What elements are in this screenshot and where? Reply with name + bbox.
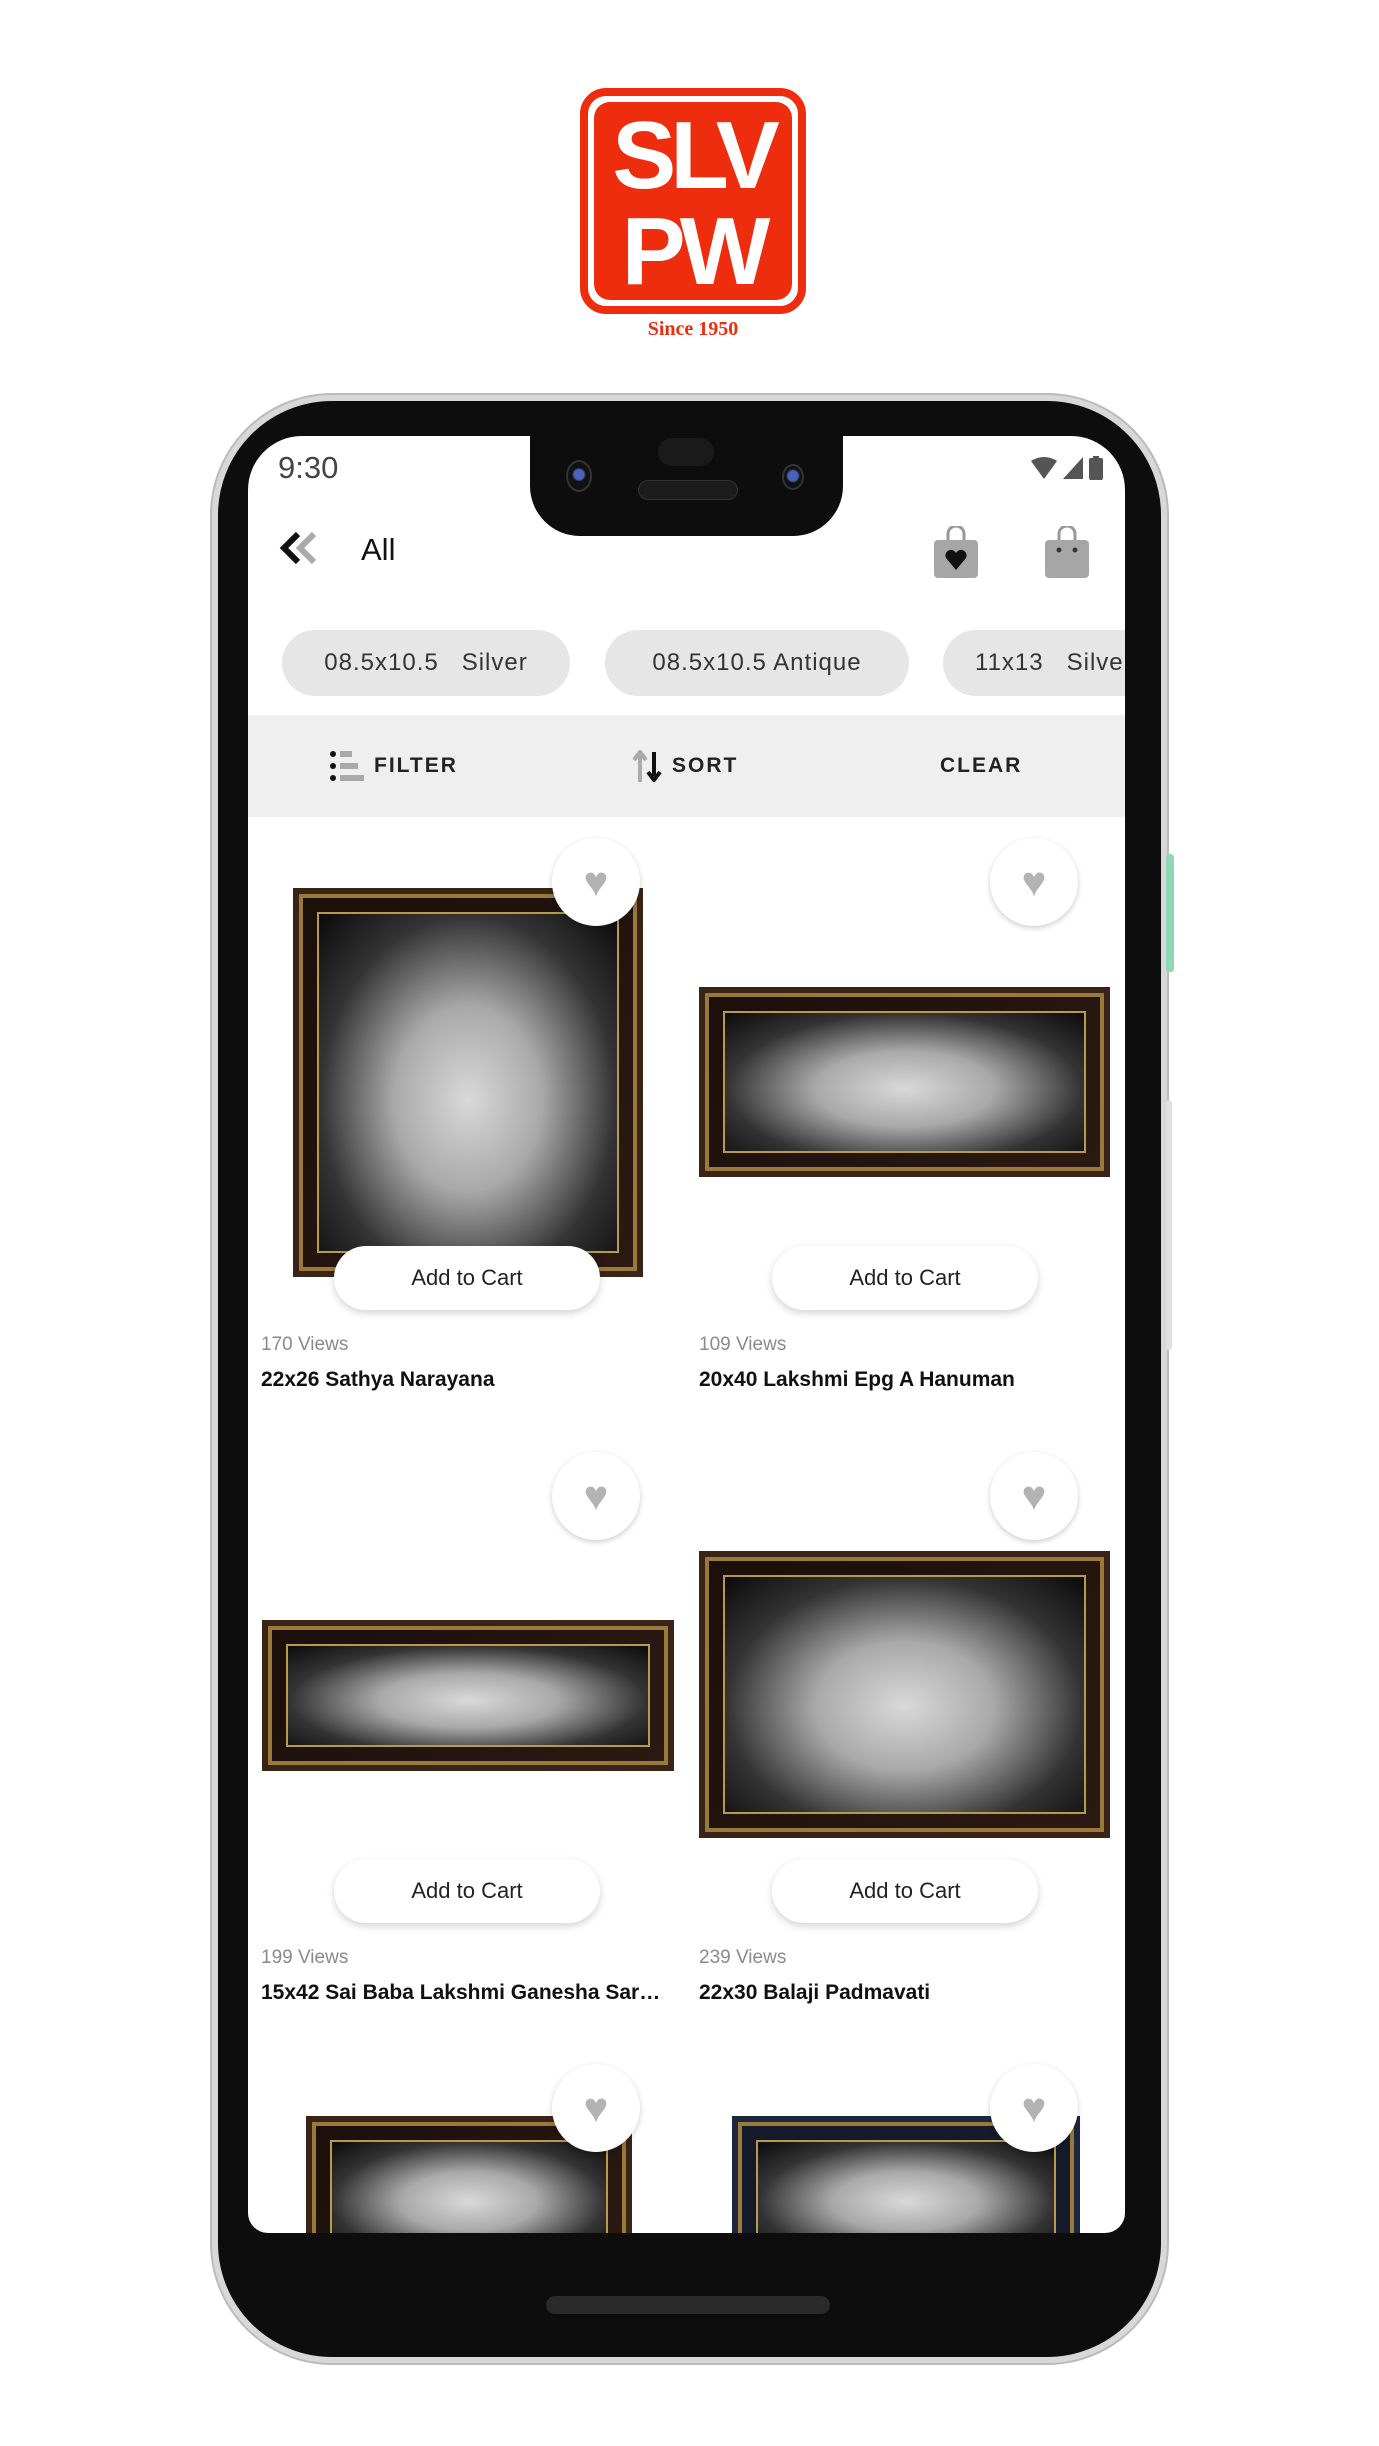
heart-icon: ♥	[1021, 2084, 1047, 2131]
volume-button	[1166, 1100, 1172, 1350]
home-indicator	[546, 2296, 830, 2314]
clear-label: CLEAR	[940, 754, 1023, 777]
heart-icon: ♥	[583, 2084, 609, 2131]
power-button	[1166, 854, 1174, 972]
chip-filter[interactable]: 11x13 Silver	[943, 630, 1125, 696]
sort-label: SORT	[672, 754, 739, 777]
heart-icon: ♥	[1021, 858, 1047, 905]
signal-icon	[1063, 457, 1083, 479]
chip-label: 11x13 Silver	[975, 649, 1125, 676]
heart-icon: ♥	[583, 858, 609, 905]
add-to-cart-button[interactable]: Add to Cart	[334, 1246, 600, 1310]
wishlist-button[interactable]: ♥	[552, 838, 640, 926]
page-title: All	[361, 532, 396, 567]
wishlist-button[interactable]: ♥	[990, 1452, 1078, 1540]
product-title[interactable]: 15x42 Sai Baba Lakshmi Ganesha Saraswati	[261, 1981, 671, 2005]
brand-tagline: Since 1950	[647, 318, 739, 340]
status-icons	[1031, 456, 1103, 480]
wifi-icon	[1031, 457, 1057, 479]
filter-list-icon	[330, 751, 364, 781]
product-image[interactable]	[262, 1620, 674, 1771]
clear-button[interactable]: CLEAR	[940, 715, 1022, 817]
chip-filter[interactable]: 08.5x10.5 Silver	[282, 630, 570, 696]
wishlist-bag-icon[interactable]	[932, 526, 980, 578]
wishlist-button[interactable]: ♥	[990, 838, 1078, 926]
chip-label: 08.5x10.5 Silver	[324, 649, 528, 676]
product-image[interactable]	[699, 1551, 1110, 1838]
cart-bag-icon[interactable]	[1043, 526, 1091, 578]
product-image[interactable]	[699, 987, 1110, 1177]
back-double-chevron-icon[interactable]	[278, 528, 326, 568]
heart-icon: ♥	[583, 1472, 609, 1519]
filter-label: FILTER	[374, 754, 458, 777]
wishlist-button[interactable]: ♥	[552, 2064, 640, 2152]
add-to-cart-button[interactable]: Add to Cart	[772, 1859, 1038, 1923]
sort-arrows-icon	[632, 750, 662, 782]
add-to-cart-button[interactable]: Add to Cart	[772, 1246, 1038, 1310]
product-views: 170 Views	[261, 1334, 349, 1355]
sort-button[interactable]: SORT	[632, 715, 738, 817]
product-title[interactable]: 22x26 Sathya Narayana	[261, 1368, 671, 1392]
battery-icon	[1089, 456, 1103, 480]
product-title[interactable]: 20x40 Lakshmi Epg A Hanuman	[699, 1368, 1109, 1392]
camera-notch	[530, 420, 843, 536]
chip-filter[interactable]: 08.5x10.5 Antique	[605, 630, 909, 696]
brand-logo: SLV PW	[580, 88, 806, 314]
product-views: 239 Views	[699, 1947, 787, 1968]
product-views: 109 Views	[699, 1334, 787, 1355]
filter-button[interactable]: FILTER	[330, 715, 458, 817]
product-title[interactable]: 22x30 Balaji Padmavati	[699, 1981, 1109, 2005]
wishlist-button[interactable]: ♥	[552, 1452, 640, 1540]
heart-icon: ♥	[1021, 1472, 1047, 1519]
app-screen: 9:30 All 08.5x10.5 Silver 08.5x10.5 Anti…	[248, 436, 1125, 2233]
filter-bar: FILTER SORT CLEAR	[248, 715, 1125, 817]
product-image[interactable]	[293, 888, 643, 1277]
add-to-cart-button[interactable]: Add to Cart	[334, 1859, 600, 1923]
chip-label: 08.5x10.5 Antique	[652, 649, 862, 676]
wishlist-button[interactable]: ♥	[990, 2064, 1078, 2152]
product-views: 199 Views	[261, 1947, 349, 1968]
status-time: 9:30	[278, 450, 339, 485]
